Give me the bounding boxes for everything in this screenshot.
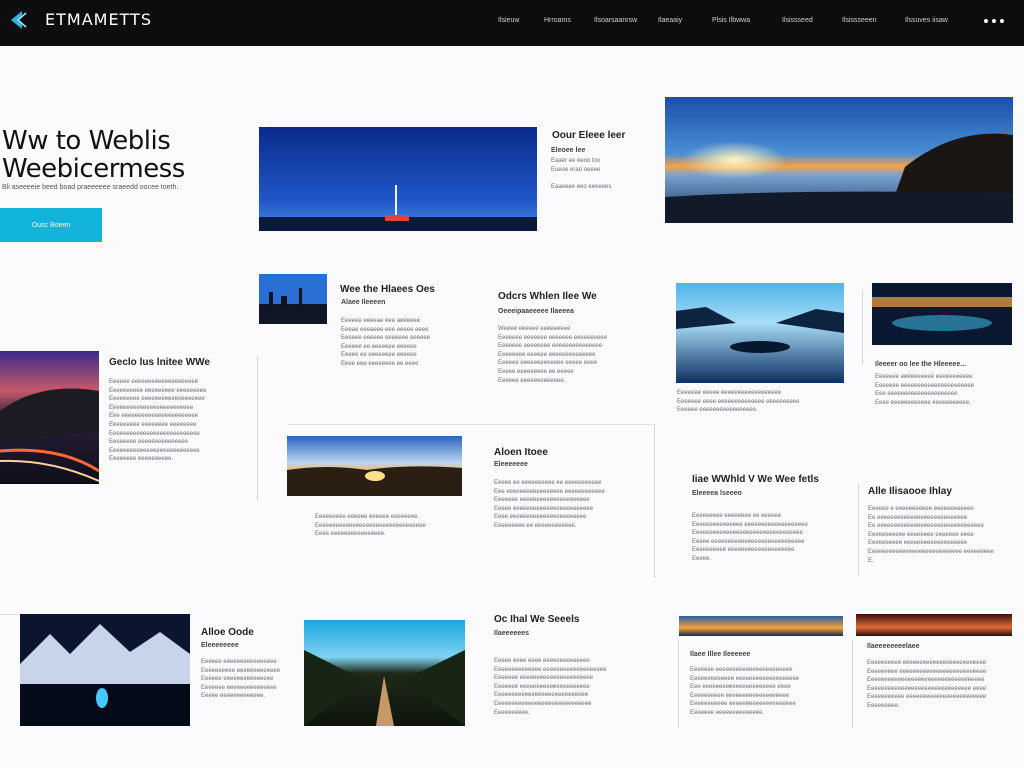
top-navigation-bar: ETMAMETTS Ilsieuw Hrroams Ilsoarsaanrsw … <box>0 0 1024 46</box>
divider <box>257 356 258 501</box>
block-7-title: Aloen Itoee <box>494 447 548 458</box>
block-9-subtitle: Eleeeea lseeeo <box>692 490 742 497</box>
block-10-body: Eeeeee e eeeeeeeeeee eeeeeeeeeeee Ee eee… <box>868 506 994 564</box>
block-6-title: Geclo lus lnitee WWe <box>109 357 210 368</box>
nav-item-6[interactable]: Ilsissseed <box>782 17 813 24</box>
brand-name: ETMAMETTS <box>45 10 152 29</box>
hero-subtitle: Bli aseeeeie beed boad praeeeeee sraeedd… <box>2 184 179 191</box>
block-12-title: Oc Ihal We Seeels <box>494 614 580 625</box>
block-5-title: Ileeeer oo lee the Hleeeee... <box>875 361 967 368</box>
block-9-body: Eeeeeeeee eeeeeeee ee eeeeee Eeeeeeeeeee… <box>692 513 808 562</box>
block-11-body: Eeeeee eeeeeeeeeeeeeeee Eeeeeeeeee eeeee… <box>201 659 281 700</box>
block-3-title: Odcrs Whlen Ilee We <box>498 291 597 302</box>
block-1-body: Eaaer ee eeoo loo Eueoe erao oeeee Eaaee… <box>551 158 612 190</box>
snowy-mountains-night-image <box>20 614 190 726</box>
block-12-body: Eeeee eeee eeee eeeeeeeeeeeeee Eeeeeeeee… <box>494 658 607 716</box>
block-13-title: Ilaee Illee Ileeeeee <box>690 651 751 658</box>
forest-road-dusk-image <box>304 620 465 726</box>
divider <box>852 640 853 728</box>
coastal-sunset-image <box>665 97 1013 223</box>
city-skyline-image <box>259 274 327 324</box>
divider <box>0 614 20 615</box>
nav-item-3[interactable]: Ilsoarsaanrsw <box>594 17 637 24</box>
night-harbor-lights-image <box>872 283 1012 345</box>
block-4-body: Eeeeeee eeeee eeeeeeeeeeeeeeeeee Eeeeeee… <box>677 390 800 414</box>
block-12-subtitle: Ilaeeeeees <box>494 630 530 637</box>
block-1-subtitle: Eleoee lee <box>551 147 586 154</box>
block-11-title: Alloe Oode <box>201 627 254 638</box>
nav-item-1[interactable]: Ilsieuw <box>498 17 519 24</box>
night-tower-image <box>259 127 537 231</box>
divider <box>678 640 679 728</box>
block-1-title: Oour Eleee leer <box>552 130 626 141</box>
divider <box>654 424 655 578</box>
more-menu-icon[interactable] <box>984 19 1010 23</box>
block-13-body: Eeeeeee eeeeeeeeeeeeeeeeeeeeeee Eeeeeeee… <box>690 667 800 716</box>
block-7-subtitle: Eleeeeeee <box>494 461 528 468</box>
horizon-sunset-image <box>287 436 462 496</box>
mountain-road-lights-image <box>0 351 99 484</box>
block-14-body: Eeeeeeeeee eeeeeeeeeeeeeeeeeeeeeeeee Eee… <box>867 660 987 709</box>
hero-cta-button[interactable]: Ousc Boeen <box>0 208 102 242</box>
logo-arrow-icon[interactable] <box>8 9 30 31</box>
block-10-title: Alle Ilisaooe Ihlay <box>868 486 952 497</box>
block-11-subtitle: Eleeeeeeee <box>201 642 239 649</box>
nav-item-5[interactable]: Plsis Ilbwwa <box>712 17 750 24</box>
nav-item-8[interactable]: Ilssuves iisaw <box>905 17 948 24</box>
block-3-subtitle: Oeeeipaaeeeee Ilaeeea <box>498 308 574 315</box>
block-8-body: Eeeeeeeee eeeeee eeeeee eeeeeeee. Eeeeee… <box>315 514 426 538</box>
nav-item-2[interactable]: Hrroams <box>544 17 571 24</box>
block-3-body: Weeee eeeeee eeeeeeeee Eeeeeee eeeeeee e… <box>498 326 608 384</box>
block-7-body: Eeeee ee eeeeeeeeee ee eeeeeeeeeee Eee e… <box>494 480 605 529</box>
block-9-title: Iiae WWhld V We Wee fetls <box>692 474 819 485</box>
nav-item-4[interactable]: Ilaeaaiy <box>658 17 682 24</box>
block-14-title: Ilaeeeeeeeelaee <box>867 643 920 650</box>
block-2-title: Wee the Hlaees Oes <box>340 284 435 295</box>
sea-sunset-strip-image <box>679 616 843 636</box>
block-2-body: Eeeeee eeeeae eee aeeeeee Eeeae eeeaeee … <box>341 318 431 367</box>
divider <box>289 424 655 425</box>
nav-item-7[interactable]: Ilsissseeen <box>842 17 877 24</box>
lake-mountains-image <box>676 283 844 383</box>
block-6-body: Eeeeee eeeeeeeeeeeeeeeeeeee Eeeeeeeeee e… <box>109 379 207 463</box>
hero-title-line-1: Ww to Weblis <box>2 126 171 156</box>
block-5-body: Eeeeeee eeeeeeeeee eeeeeeeeeee Eeeeeee e… <box>875 374 975 406</box>
hero-title-line-2: Weebicermess <box>2 154 185 184</box>
block-2-subtitle: Alaee Ileeeen <box>341 299 386 306</box>
divider <box>862 290 863 365</box>
divider <box>858 484 859 576</box>
red-dusk-strip-image <box>856 614 1012 636</box>
